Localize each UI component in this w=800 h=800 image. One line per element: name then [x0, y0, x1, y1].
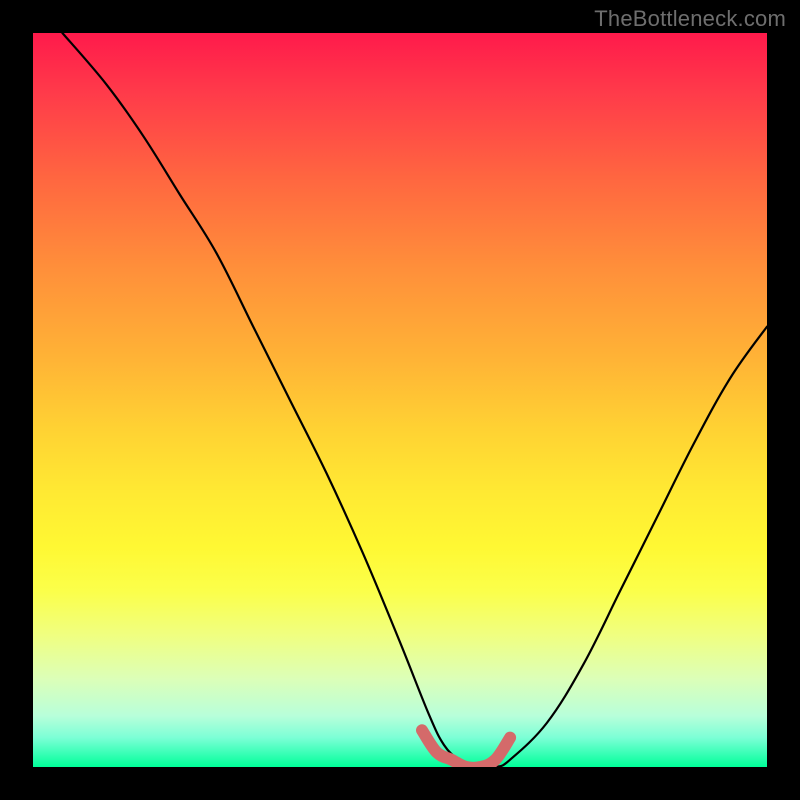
- curve-layer: [33, 33, 767, 767]
- watermark-text: TheBottleneck.com: [594, 6, 786, 32]
- chart-frame: TheBottleneck.com: [0, 0, 800, 800]
- bottleneck-curve: [62, 33, 767, 767]
- optimal-band: [422, 730, 510, 767]
- plot-area: [33, 33, 767, 767]
